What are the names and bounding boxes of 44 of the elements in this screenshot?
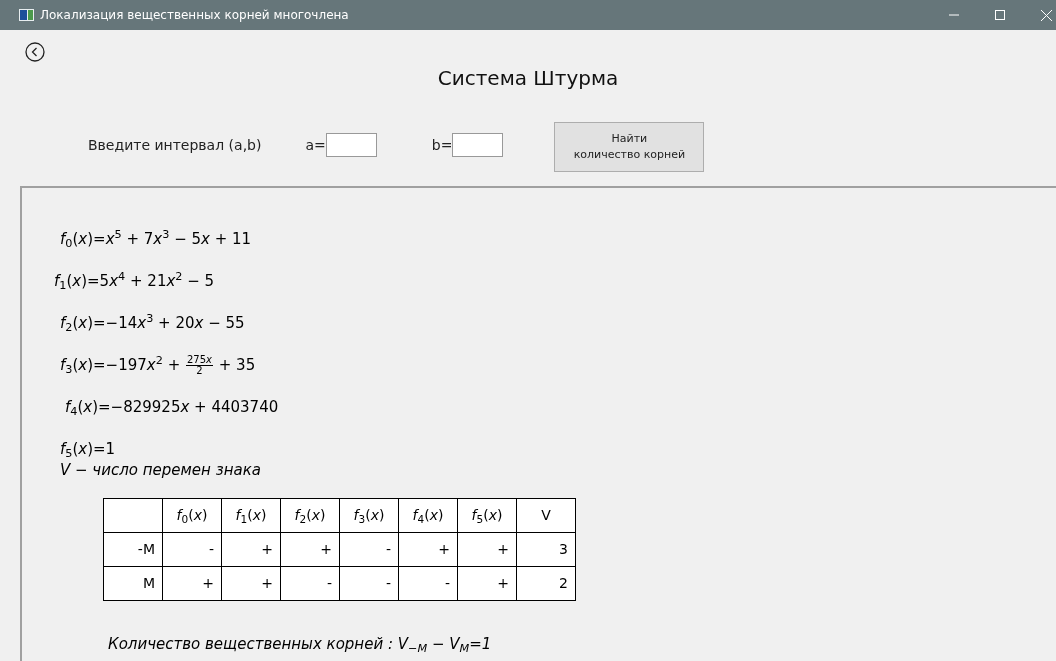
back-icon[interactable] <box>25 42 45 62</box>
close-icon[interactable] <box>1041 9 1052 21</box>
table-header-cell: f$_{4}$(x) <box>398 498 458 533</box>
table-cell: + <box>221 566 281 601</box>
formula: f$_{4}$(x)=−829925x + 4403740 <box>65 397 279 418</box>
table-cell: - <box>398 566 458 601</box>
table-cell: - <box>162 532 222 567</box>
formula: f$_{3}$(x)=−197x$^{2}$ + 275x 2 + 35 <box>60 354 256 376</box>
formula: f$_{0}$(x)=x$^{5}$ + 7x$^{3}$ − 5x + 11 <box>60 228 252 250</box>
table-cell: - <box>339 566 399 601</box>
a-input-field[interactable] <box>325 133 377 157</box>
table-cell: - <box>339 532 399 567</box>
table-header-cell: f$_{2}$(x) <box>280 498 340 533</box>
table-cell: + <box>280 532 340 567</box>
table-cell: - <box>280 566 340 601</box>
find-roots-button[interactable]: Найти количество корней <box>554 122 705 172</box>
interval-label: Введите интервал (a,b) <box>88 136 262 155</box>
formula: f$_{1}$(x)=5x$^{4}$ + 21x$^{2}$ − 5 <box>54 270 215 292</box>
maximize-icon[interactable] <box>995 10 1005 20</box>
table-header-cell: V <box>516 498 576 533</box>
table-cell: 3 <box>516 532 576 567</box>
table-cell: -M <box>103 532 163 567</box>
b-input-field[interactable] <box>452 133 504 157</box>
formula: f$_{5}$(x)=1 <box>60 439 116 460</box>
table-cell: + <box>457 532 517 567</box>
legend-text: V − число перемен знака <box>60 460 261 480</box>
table-cell: + <box>221 532 281 567</box>
formula: f$_{2}$(x)=−14x$^{3}$ + 20x − 55 <box>60 312 245 334</box>
app-icon <box>19 9 34 21</box>
table-header-cell: f$_{0}$(x) <box>162 498 222 533</box>
table-cell: M <box>103 566 163 601</box>
table-header-cell: f$_{5}$(x) <box>457 498 517 533</box>
a-label: a= <box>305 136 326 155</box>
table-header-cell <box>103 498 163 533</box>
page-title: Система Штурма <box>437 66 619 90</box>
table-cell: + <box>162 566 222 601</box>
table-cell: 2 <box>516 566 576 601</box>
window-title: Локализация вещественных корней многочлена <box>40 7 349 24</box>
table-header-cell: f$_{1}$(x) <box>221 498 281 533</box>
table-cell: + <box>457 566 517 601</box>
result-text: Количество вещественных корней : V$_{−M}$ − V$_{M}$=1 <box>108 634 492 656</box>
table-cell: + <box>398 532 458 567</box>
b-label: b= <box>431 136 453 155</box>
table-header-cell: f$_{3}$(x) <box>339 498 399 533</box>
